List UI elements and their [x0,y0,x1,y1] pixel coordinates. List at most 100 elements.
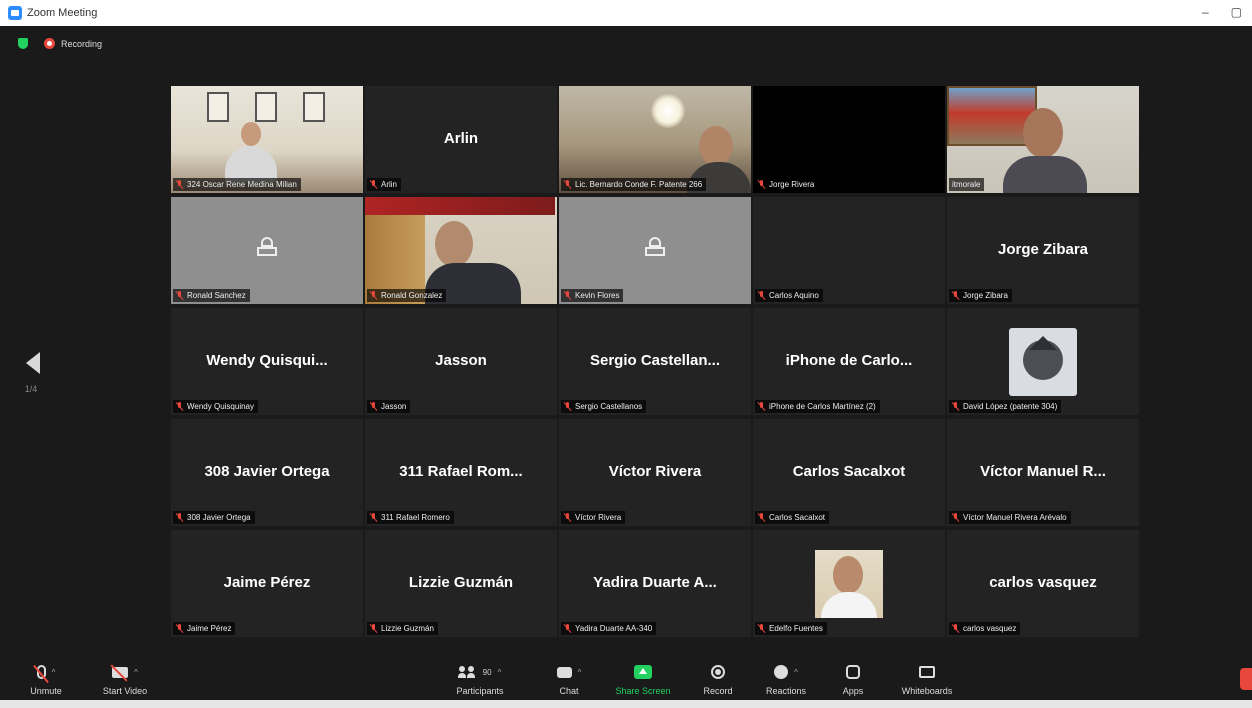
profile-picture [1009,328,1077,396]
apps-icon [846,665,860,679]
apps-button[interactable]: Apps [836,662,870,696]
chat-caret-icon[interactable]: ^ [578,668,582,677]
participant-tile[interactable]: Carlos Aquino [753,197,945,304]
participant-name: Carlos Aquino [769,291,819,300]
participant-name: Jorge Zibara [963,291,1008,300]
participant-name-label: Jorge Zibara [949,289,1012,302]
participant-display-name: Sergio Castellan... [589,352,721,369]
muted-microphone-icon [176,180,183,189]
participant-tile[interactable]: Kevin Flores [559,197,751,304]
restore-button[interactable]: ▢ [1231,5,1242,19]
start-video-button[interactable]: ^ Start Video [96,662,154,696]
muted-microphone-icon [370,513,377,522]
whiteboards-button[interactable]: Whiteboards [894,662,960,696]
participant-tile[interactable]: 324 Oscar Rene Medina Milian [171,86,363,193]
participant-name-label: Lic. Bernardo Conde F. Patente 266 [561,178,707,191]
muted-microphone-icon [952,402,959,411]
participant-name: Sergio Castellanos [575,402,643,411]
participant-tile[interactable]: Yadira Duarte A... Yadira Duarte AA-340 [559,530,751,637]
participant-name: Carlos Sacalxot [769,513,826,522]
participant-display-name: iPhone de Carlo... [785,352,913,369]
participant-tile[interactable]: Carlos Sacalxot Carlos Sacalxot [753,419,945,526]
participant-tile[interactable]: Víctor Rivera Víctor Rivera [559,419,751,526]
participant-tile[interactable]: Arlin Arlin [365,86,557,193]
record-button[interactable]: Record [698,662,738,696]
participant-tile[interactable]: David López (patente 304) [947,308,1139,415]
participant-name: Jaime Pérez [187,624,232,633]
security-shield-icon[interactable] [18,38,28,49]
participant-name: carlos vasquez [963,624,1017,633]
participant-name: Ronald Gonzalez [381,291,443,300]
participant-name-label: Víctor Manuel Rivera Arévalo [949,511,1071,524]
participant-tile[interactable]: Jorge Zibara Jorge Zibara [947,197,1139,304]
start-video-label: Start Video [102,686,148,696]
profile-picture [815,550,883,618]
participant-display-name: 308 Javier Ortega [204,463,330,480]
video-off-icon [112,666,129,678]
participant-tile[interactable]: Jaime Pérez Jaime Pérez [171,530,363,637]
participant-video [559,197,751,304]
participant-name: Jasson [381,402,407,411]
participant-tile[interactable]: carlos vasquez carlos vasquez [947,530,1139,637]
participant-name-label: 324 Oscar Rene Medina Milian [173,178,301,191]
muted-microphone-icon [758,624,765,633]
video-options-caret-icon[interactable]: ^ [134,668,138,677]
participant-tile[interactable]: Wendy Quisqui... Wendy Quisquinay [171,308,363,415]
participant-name: Víctor Rivera [575,513,622,522]
participant-display-name: carlos vasquez [989,574,1097,591]
recording-icon [44,38,55,49]
participant-name: David López (patente 304) [963,402,1058,411]
unmute-label: Unmute [30,686,62,696]
window-title: Zoom Meeting [27,7,98,19]
participant-video [171,197,363,304]
muted-microphone-icon [176,513,183,522]
participant-name-label: Víctor Rivera [561,511,626,524]
participant-tile[interactable]: itmorale [947,86,1139,193]
muted-microphone-icon [564,291,571,300]
previous-page-arrow-icon[interactable] [26,352,40,374]
unmute-button[interactable]: ^ Unmute [22,662,70,696]
participant-name-label: David López (patente 304) [949,400,1062,413]
participant-name-label: Lizzie Guzmán [367,622,438,635]
participant-tile[interactable]: Víctor Manuel R... Víctor Manuel Rivera A… [947,419,1139,526]
reactions-button[interactable]: ^ Reactions [760,662,812,696]
participant-name: iPhone de Carlos Martínez (2) [769,402,876,411]
participant-name: 324 Oscar Rene Medina Milian [187,180,297,189]
audio-options-caret-icon[interactable]: ^ [52,668,56,677]
muted-microphone-icon [564,180,571,189]
participants-button[interactable]: 90 ^ Participants [440,662,520,696]
participant-display-name: Jaime Pérez [223,574,311,591]
share-screen-button[interactable]: Share Screen [610,662,676,696]
participant-tile[interactable]: Jorge Rivera [753,86,945,193]
participant-tile[interactable]: Sergio Castellan... Sergio Castellanos [559,308,751,415]
participant-name-label: Jorge Rivera [755,178,819,191]
minimize-button[interactable]: – [1202,5,1209,19]
participant-display-name: Jasson [435,352,487,369]
chat-label: Chat [559,686,579,696]
participant-name: Víctor Manuel Rivera Arévalo [963,513,1067,522]
muted-microphone-icon [758,402,765,411]
participant-display-name: Víctor Rivera [608,463,702,480]
reactions-caret-icon[interactable]: ^ [794,668,798,677]
participant-tile[interactable]: Ronald Sanchez [171,197,363,304]
participant-name: Ronald Sanchez [187,291,246,300]
participant-tile[interactable]: iPhone de Carlo... iPhone de Carlos Martí… [753,308,945,415]
participant-name-label: Wendy Quisquinay [173,400,258,413]
participant-tile[interactable]: 311 Rafael Rom... 311 Rafael Romero [365,419,557,526]
participants-caret-icon[interactable]: ^ [498,668,502,677]
participant-tile[interactable]: Jasson Jasson [365,308,557,415]
record-icon [711,665,725,679]
participant-tile[interactable]: Lic. Bernardo Conde F. Patente 266 [559,86,751,193]
chat-button[interactable]: ^ Chat [548,662,590,696]
participant-video [947,86,1139,193]
participant-tile[interactable]: Ronald Gonzalez [365,197,557,304]
participant-tile[interactable]: 308 Javier Ortega 308 Javier Ortega [171,419,363,526]
participant-tile[interactable]: Edelfo Fuentes [753,530,945,637]
participant-name-label: Ronald Sanchez [173,289,250,302]
participant-tile[interactable]: Lizzie Guzmán Lizzie Guzmán [365,530,557,637]
page-indicator: 1/4 [24,384,38,394]
apps-label: Apps [842,686,864,696]
participant-display-name: Víctor Manuel R... [980,463,1106,480]
end-meeting-button[interactable] [1240,668,1252,690]
participant-name-label: Carlos Aquino [755,289,823,302]
